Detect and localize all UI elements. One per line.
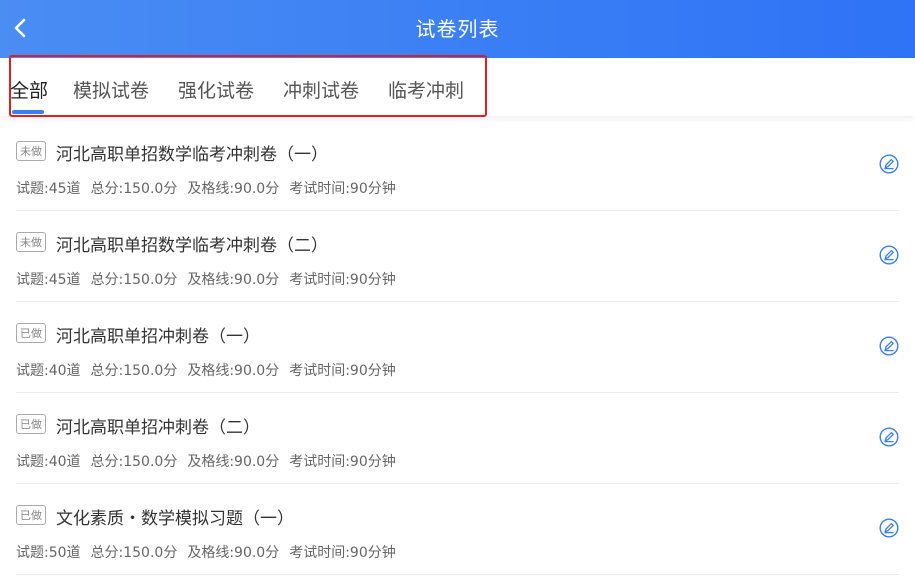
pass-line: 及格线:90.0分 <box>187 272 280 288</box>
edit-pen-icon <box>879 154 899 174</box>
total-score: 总分:150.0分 <box>90 545 178 561</box>
pass-line: 及格线:90.0分 <box>187 181 280 197</box>
tab-sprint[interactable]: 冲刺试卷 <box>283 76 359 103</box>
exam-time: 考试时间:90分钟 <box>289 545 396 561</box>
edit-button[interactable] <box>879 245 899 265</box>
active-tab-indicator <box>12 110 44 114</box>
paper-list-item[interactable]: 已做 河北高职单招冲刺卷（二） 试题:40道 总分:150.0分 及格线:90.0分… <box>16 393 899 484</box>
total-score: 总分:150.0分 <box>90 272 178 288</box>
top-bar: 试卷列表 <box>0 0 915 58</box>
question-count: 试题:50道 <box>16 545 81 561</box>
paper-meta: 试题:45道 总分:150.0分 及格线:90.0分 考试时间:90分钟 <box>16 269 406 289</box>
paper-list-item[interactable]: 未做 河北高职单招数学临考冲刺卷（一） 试题:45道 总分:150.0分 及格线:9… <box>16 120 899 211</box>
paper-list-item[interactable]: 未做 河北高职单招数学临考冲刺卷（二） 试题:45道 总分:150.0分 及格线:9… <box>16 211 899 302</box>
status-badge: 已做 <box>16 323 46 343</box>
edit-button[interactable] <box>879 427 899 447</box>
edit-button[interactable] <box>879 518 899 538</box>
pass-line: 及格线:90.0分 <box>187 363 280 379</box>
exam-time: 考试时间:90分钟 <box>289 454 396 470</box>
exam-time: 考试时间:90分钟 <box>289 272 396 288</box>
paper-title: 河北高职单招冲刺卷（二） <box>56 418 260 438</box>
paper-title: 河北高职单招冲刺卷（一） <box>56 327 260 347</box>
edit-pen-icon <box>879 245 899 265</box>
total-score: 总分:150.0分 <box>90 454 178 470</box>
question-count: 试题:40道 <box>16 363 81 379</box>
status-badge: 未做 <box>16 141 46 161</box>
page-title: 试卷列表 <box>415 17 500 41</box>
paper-meta: 试题:50道 总分:150.0分 及格线:90.0分 考试时间:90分钟 <box>16 542 406 562</box>
tab-all[interactable]: 全部 <box>10 76 48 103</box>
edit-pen-icon <box>879 336 899 356</box>
paper-title: 河北高职单招数学临考冲刺卷（二） <box>56 236 328 256</box>
edit-button[interactable] <box>879 154 899 174</box>
paper-meta: 试题:40道 总分:150.0分 及格线:90.0分 考试时间:90分钟 <box>16 360 406 380</box>
question-count: 试题:45道 <box>16 272 81 288</box>
paper-title: 文化素质・数学模拟习题（一） <box>56 509 294 529</box>
paper-list-item[interactable]: 已做 文化素质・数学模拟习题（一） 试题:50道 总分:150.0分 及格线:90.… <box>16 484 899 575</box>
tab-mock[interactable]: 模拟试卷 <box>73 76 149 103</box>
pass-line: 及格线:90.0分 <box>187 545 280 561</box>
question-count: 试题:45道 <box>16 181 81 197</box>
edit-button[interactable] <box>879 336 899 356</box>
question-count: 试题:40道 <box>16 454 81 470</box>
pass-line: 及格线:90.0分 <box>187 454 280 470</box>
total-score: 总分:150.0分 <box>90 181 178 197</box>
edit-pen-icon <box>879 518 899 538</box>
paper-list-item[interactable]: 已做 河北高职单招冲刺卷（一） 试题:40道 总分:150.0分 及格线:90.0分… <box>16 302 899 393</box>
paper-meta: 试题:40道 总分:150.0分 及格线:90.0分 考试时间:90分钟 <box>16 451 406 471</box>
status-badge: 已做 <box>16 505 46 525</box>
paper-meta: 试题:45道 总分:150.0分 及格线:90.0分 考试时间:90分钟 <box>16 178 406 198</box>
tab-final-sprint[interactable]: 临考冲刺 <box>388 76 464 103</box>
status-badge: 已做 <box>16 414 46 434</box>
exam-time: 考试时间:90分钟 <box>289 181 396 197</box>
paper-list: 未做 河北高职单招数学临考冲刺卷（一） 试题:45道 总分:150.0分 及格线:9… <box>0 120 915 575</box>
status-badge: 未做 <box>16 232 46 252</box>
total-score: 总分:150.0分 <box>90 363 178 379</box>
tab-intensive[interactable]: 强化试卷 <box>178 76 254 103</box>
edit-pen-icon <box>879 427 899 447</box>
paper-title: 河北高职单招数学临考冲刺卷（一） <box>56 145 328 165</box>
category-tabs: 全部 模拟试卷 强化试卷 冲刺试卷 临考冲刺 <box>0 58 915 116</box>
exam-time: 考试时间:90分钟 <box>289 363 396 379</box>
